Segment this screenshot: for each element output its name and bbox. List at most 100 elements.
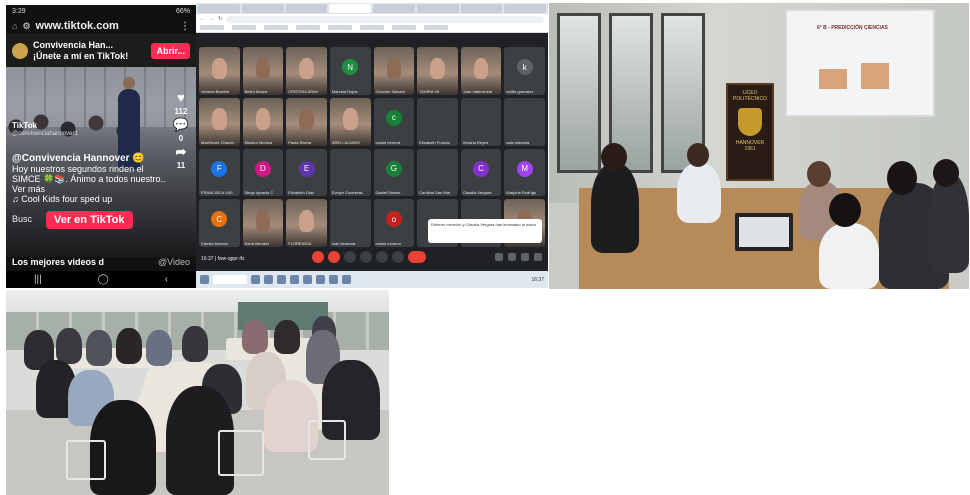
participant-tile[interactable]: E Elizabeth Díaz [286,148,327,197]
person-head [601,143,627,171]
browser-tab[interactable] [198,4,240,13]
taskbar-app-icon[interactable] [251,275,260,284]
browser-tab[interactable] [241,4,284,13]
participant-tile[interactable]: Monitor Monica [242,97,284,146]
participant-tile[interactable]: TAHIRA YA [417,47,458,95]
video-player[interactable]: ♥ 112 💬 0 ➦ 11 TikTok @convivenciahannov… [6,67,196,257]
forward-icon[interactable]: → [209,16,214,22]
taskbar-app-icon[interactable] [277,275,286,284]
participant-avatar: o [385,211,402,228]
activities-icon[interactable] [534,253,542,261]
browser-tab[interactable] [416,4,459,13]
home-nav-icon[interactable]: ◯ [98,274,109,285]
reload-icon[interactable]: ↻ [218,16,222,22]
url-text[interactable]: www.tiktok.com [36,20,119,32]
participant-tile[interactable]: Viviana Reyes [460,97,502,146]
more-options-icon[interactable] [392,251,404,263]
person [677,163,721,223]
participant-tile[interactable]: Belén Alvara [242,47,284,95]
participant-tile[interactable]: Gonzalo Salazar [373,47,415,95]
caption-user[interactable]: @Convivencia Hannover 😊 [12,153,172,164]
captions-icon[interactable] [344,251,356,263]
browser-tab[interactable] [460,4,503,13]
start-icon[interactable] [200,275,209,284]
back-icon[interactable]: ← [200,16,205,22]
slide-bar [861,63,889,89]
participant-tile[interactable]: k katiliz gonzalez [504,47,545,95]
bookmark-item[interactable] [424,25,448,30]
android-nav-bar: ||| ◯ ‹ [6,271,196,288]
taskbar-app-icon[interactable] [303,275,312,284]
share-icon[interactable]: ➦ [176,145,187,159]
participant-tile[interactable]: c carlos herrera [373,97,415,146]
taskbar-app-icon[interactable] [290,275,299,284]
browser-tab[interactable] [504,4,546,13]
participant-tile[interactable]: sala maestra [504,97,545,146]
taskbar-app-icon[interactable] [342,275,351,284]
participant-tile[interactable]: Karla Mendez [242,199,284,247]
participant-avatar: C [211,211,228,228]
taskbar-app-icon[interactable] [264,275,273,284]
participant-tile[interactable]: D Diego Ignacio C [242,148,284,197]
participant-tile[interactable]: ARELI ALVARO [329,97,371,146]
person-head [687,143,709,167]
like-count: 112 [174,107,188,116]
people-icon[interactable] [508,253,516,261]
participant-tile[interactable]: FLORENCIA [286,199,327,247]
participant-tile[interactable]: MacKinzie Chacón [199,97,240,146]
open-app-button[interactable]: Abrir... [151,42,190,59]
more-menu-icon[interactable]: ⋮ [180,21,190,32]
chat-icon[interactable] [521,253,529,261]
participant-tile[interactable]: M Marjorie Rodrígu [504,148,545,197]
participant-tile[interactable]: F FRANCISCA VAS [199,148,240,197]
browser-tab[interactable] [373,4,415,13]
person [274,320,300,354]
home-icon[interactable]: ⌂ [12,21,17,31]
taskbar-app-icon[interactable] [316,275,325,284]
recents-icon[interactable]: ||| [34,274,42,285]
camera-off-icon[interactable] [328,251,340,263]
participant-tile[interactable]: Ximena Barreta [199,47,240,95]
back-icon[interactable]: ‹ [165,274,168,285]
heart-icon[interactable]: ♥ [177,91,185,105]
taskbar-app-icon[interactable] [329,275,338,284]
mic-off-icon[interactable] [312,251,324,263]
participant-tile[interactable]: Juan Valenzuela [460,47,502,95]
bookmark-item[interactable] [328,25,352,30]
browser-address-bar[interactable]: ⌂ ⚙ www.tiktok.com ⋮ [6,18,196,34]
participant-tile[interactable]: C Camila Moreno [199,199,240,247]
raise-hand-icon[interactable] [360,251,372,263]
present-icon[interactable] [376,251,388,263]
participant-tile[interactable]: Evelyn Contreras [329,148,371,197]
google-meet-screenshot: ← → ↻ Ximena Barreta Belén Alvara CRISTINA… [196,3,548,288]
bookmark-item[interactable] [200,25,224,30]
comment-icon[interactable]: 💬 [173,118,189,132]
participant-tile[interactable]: Carolina San Mar [417,148,458,197]
music-label[interactable]: ♫ Cool Kids four sped up [12,194,172,204]
view-in-tiktok-button[interactable]: Ver en TikTok [46,211,133,229]
bookmark-item[interactable] [296,25,320,30]
bookmark-item[interactable] [232,25,256,30]
browser-tab[interactable] [285,4,328,13]
bookmark-item[interactable] [360,25,384,30]
participant-tile[interactable]: G Daniel Santos [373,148,415,197]
url-input[interactable] [226,15,544,23]
raised-hand-notification[interactable]: Roberto mención y Claudia Vergara han le… [428,219,542,243]
participant-tile[interactable]: C Claudia Vergara [460,148,502,197]
search-hint[interactable]: Busc [12,214,32,224]
participant-avatar: c [385,109,402,126]
participant-tile[interactable]: N Marcela Rojas [329,47,371,95]
participant-tile[interactable]: Paola Rivera [286,97,327,146]
participant-tile[interactable]: Elizabeth Francis [417,97,458,146]
participant-tile[interactable]: CRISTINA ARAV [286,47,327,95]
bookmark-item[interactable] [264,25,288,30]
participant-tile[interactable]: o carlos moreno [373,199,415,247]
leave-call-button[interactable] [408,251,426,263]
more-videos-row[interactable]: Los mejores videos d @Video [6,257,196,271]
info-icon[interactable] [495,253,503,261]
bookmark-item[interactable] [392,25,416,30]
participant-tile[interactable]: Iván Aravena [329,199,371,247]
browser-tab-active[interactable] [329,4,371,13]
taskbar-search[interactable] [213,275,247,284]
settings-icon[interactable]: ⚙ [22,21,30,32]
